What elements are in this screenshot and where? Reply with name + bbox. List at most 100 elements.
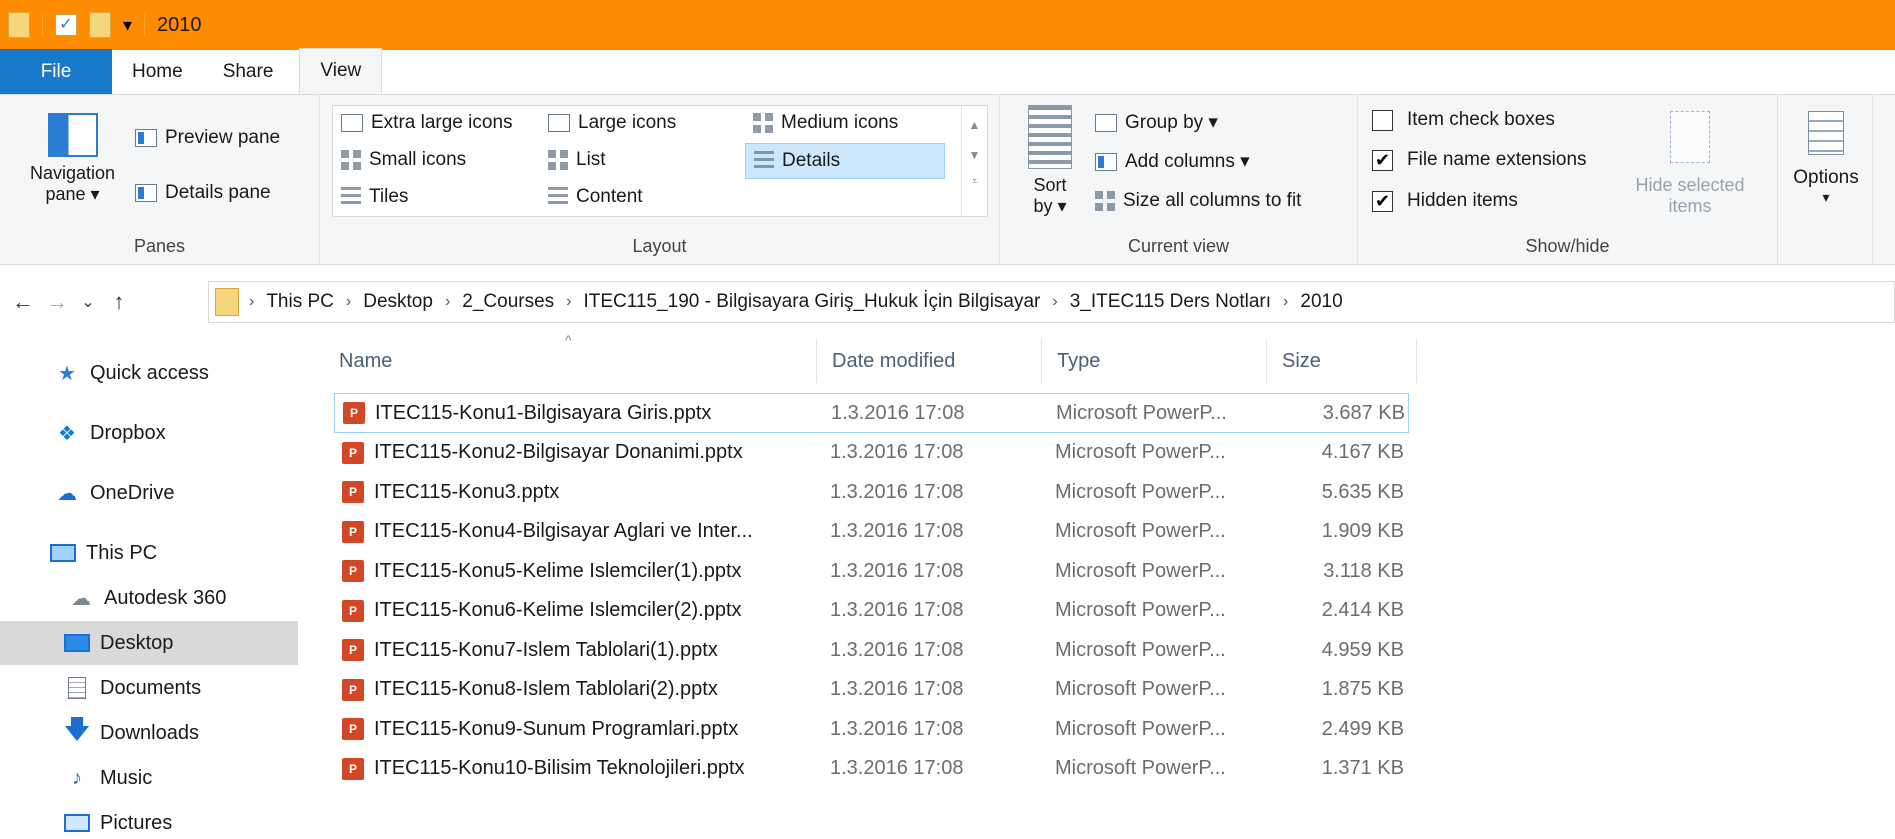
add-columns-icon [1095, 152, 1117, 171]
nav-music[interactable]: ♪ Music [0, 756, 298, 800]
tab-home[interactable]: Home [112, 49, 203, 94]
table-row[interactable]: P ITEC115-Konu2-Bilgisayar Donanimi.pptx 1… [334, 433, 1409, 473]
size-cell: 4.167 KB [1321, 441, 1404, 463]
table-row[interactable]: P ITEC115-Konu1-Bilgisayara Giris.pptx 1.3… [334, 393, 1409, 433]
address-field[interactable]: › This PC › Desktop › 2_Courses › ITEC11… [208, 281, 1895, 323]
expand-gallery-icon[interactable]: ⩡ [962, 174, 987, 189]
scroll-down-icon[interactable]: ▼ [962, 148, 987, 162]
file-name-cell[interactable]: P ITEC115-Konu5-Kelime Islemciler(1).pptx [334, 560, 816, 583]
file-name-cell[interactable]: P ITEC115-Konu1-Bilgisayara Giris.pptx [335, 402, 817, 425]
nav-pictures[interactable]: Pictures [0, 801, 298, 839]
download-arrow-icon: 🡇 [63, 714, 91, 744]
navigation-pane-button[interactable]: Navigation pane ▾ [20, 113, 125, 205]
breadcrumb-itec115-course[interactable]: ITEC115_190 - Bilgisayara Giriş_Hukuk İç… [583, 291, 1040, 313]
table-row[interactable]: P ITEC115-Konu5-Kelime Islemciler(1).pptx… [334, 551, 1409, 591]
breadcrumb-desktop[interactable]: Desktop [363, 291, 433, 313]
breadcrumb-courses[interactable]: 2_Courses [462, 291, 554, 313]
nav-onedrive[interactable]: ☁ OneDrive [0, 471, 298, 515]
back-arrow-icon[interactable]: ← [6, 289, 40, 315]
table-row[interactable]: P ITEC115-Konu3.pptx 1.3.2016 17:08 Microso… [334, 472, 1409, 512]
details-pane-button[interactable]: Details pane [135, 182, 271, 204]
nav-dropbox[interactable]: ❖ Dropbox [0, 411, 298, 455]
table-row[interactable]: P ITEC115-Konu10-Bilisim Teknolojileri.pp… [334, 749, 1409, 789]
small-icons-option[interactable]: Small icons [341, 149, 466, 171]
group-by-icon [1095, 113, 1117, 132]
nav-label: Downloads [100, 721, 199, 744]
item-check-boxes-toggle[interactable]: Item check boxes [1372, 109, 1555, 131]
column-header-name[interactable]: Name [325, 339, 817, 383]
recent-locations-icon[interactable]: ⌄ [74, 292, 102, 312]
sort-by-button[interactable]: Sort by ▾ [1020, 105, 1080, 217]
preview-pane-button[interactable]: Preview pane [135, 127, 280, 149]
large-icons-icon [548, 114, 570, 132]
breadcrumb-separator-icon[interactable]: › [445, 293, 450, 311]
nav-label: Dropbox [90, 421, 166, 444]
list-option[interactable]: List [548, 149, 606, 171]
powerpoint-file-icon: P [342, 718, 369, 740]
table-row[interactable]: P ITEC115-Konu4-Bilgisayar Aglari ve Inte… [334, 512, 1409, 552]
nav-documents[interactable]: Documents [0, 666, 298, 710]
breadcrumb-this-pc[interactable]: This PC [266, 291, 334, 313]
breadcrumb-separator-icon[interactable]: › [1052, 293, 1057, 311]
table-row[interactable]: P ITEC115-Konu6-Kelime Islemciler(2).pptx… [334, 591, 1409, 631]
new-folder-icon[interactable] [89, 12, 111, 38]
column-header-date-modified[interactable]: Date modified [817, 339, 1042, 383]
file-name-cell[interactable]: P ITEC115-Konu2-Bilgisayar Donanimi.pptx [334, 441, 816, 464]
tiles-option[interactable]: Tiles [341, 186, 408, 208]
details-option[interactable]: Details [745, 143, 945, 179]
breadcrumb-separator-icon[interactable]: › [566, 293, 571, 311]
large-icons-option[interactable]: Large icons [548, 112, 676, 134]
nav-this-pc[interactable]: This PC [0, 531, 298, 575]
file-name-cell[interactable]: P ITEC115-Konu3.pptx [334, 481, 816, 504]
extra-large-icons-option[interactable]: Extra large icons [341, 112, 513, 134]
forward-arrow-icon[interactable]: → [40, 289, 74, 315]
size-all-columns-button[interactable]: Size all columns to fit [1095, 190, 1301, 212]
nav-autodesk-360[interactable]: ☁ Autodesk 360 [0, 576, 298, 620]
file-name-cell[interactable]: P ITEC115-Konu7-Islem Tablolari(1).pptx [334, 639, 816, 662]
column-header-type[interactable]: Type [1042, 339, 1267, 383]
scroll-up-icon[interactable]: ▲ [962, 118, 987, 132]
file-name-cell[interactable]: P ITEC115-Konu4-Bilgisayar Aglari ve Inte… [334, 520, 816, 543]
navigation-pane-label: Navigation [29, 163, 116, 183]
layout-gallery-scroll[interactable]: ▲ ▼ ⩡ [961, 106, 987, 216]
panes-group: Navigation pane ▾ Preview pane Details p… [0, 95, 320, 265]
nav-desktop[interactable]: Desktop [0, 621, 298, 665]
file-name-extensions-toggle[interactable]: ✔ File name extensions [1372, 149, 1587, 171]
file-name-cell[interactable]: P ITEC115-Konu9-Sunum Programlari.pptx [334, 718, 816, 741]
breadcrumb-separator-icon[interactable]: › [249, 293, 254, 311]
table-row[interactable]: P ITEC115-Konu8-Islem Tablolari(2).pptx 1.… [334, 670, 1409, 710]
tab-file[interactable]: File [0, 49, 112, 94]
breadcrumb-separator-icon[interactable]: › [346, 293, 351, 311]
column-header-size[interactable]: Size [1267, 339, 1417, 383]
tab-view[interactable]: View [299, 48, 383, 94]
hidden-items-toggle[interactable]: ✔ Hidden items [1372, 190, 1518, 212]
item-check-boxes-checkbox[interactable] [1372, 109, 1393, 131]
add-columns-button[interactable]: Add columns ▾ [1095, 150, 1250, 173]
group-by-button[interactable]: Group by ▾ [1095, 111, 1218, 134]
medium-icons-option[interactable]: Medium icons [753, 112, 898, 134]
file-name-cell[interactable]: P ITEC115-Konu10-Bilisim Teknolojileri.pp… [334, 757, 816, 780]
tab-share[interactable]: Share [203, 49, 294, 94]
powerpoint-file-icon: P [342, 520, 369, 543]
breadcrumb-2010[interactable]: 2010 [1300, 291, 1342, 313]
breadcrumb-separator-icon[interactable]: › [1283, 293, 1288, 311]
table-row[interactable]: P ITEC115-Konu7-Islem Tablolari(1).pptx 1.… [334, 630, 1409, 670]
content-option[interactable]: Content [548, 186, 643, 208]
nav-downloads[interactable]: 🡇 Downloads [0, 711, 298, 755]
customize-toolbar-icon[interactable]: ▾ [123, 15, 132, 36]
date-modified-cell: 1.3.2016 17:08 [830, 520, 964, 542]
breadcrumb-ders-notlari[interactable]: 3_ITEC115 Ders Notları [1070, 291, 1271, 313]
up-arrow-icon[interactable]: ↑ [102, 289, 136, 315]
hide-selected-items-button[interactable]: Hide selected items [1620, 111, 1760, 217]
size-cell: 3.687 KB [1322, 401, 1405, 424]
file-name-cell[interactable]: P ITEC115-Konu6-Kelime Islemciler(2).pptx [334, 599, 816, 622]
options-button[interactable]: Options ▾ [1786, 111, 1866, 206]
table-row[interactable]: P ITEC115-Konu9-Sunum Programlari.pptx 1.3… [334, 709, 1409, 749]
file-name-extensions-checkbox[interactable]: ✔ [1372, 149, 1393, 171]
hidden-items-checkbox[interactable]: ✔ [1372, 190, 1393, 212]
file-name-cell[interactable]: P ITEC115-Konu8-Islem Tablolari(2).pptx [334, 678, 816, 701]
properties-icon[interactable]: ✓ [55, 14, 77, 36]
file-name: ITEC115-Konu1-Bilgisayara Giris.pptx [375, 401, 712, 424]
nav-label: Autodesk 360 [104, 586, 227, 609]
nav-quick-access[interactable]: ★ Quick access [0, 351, 298, 395]
